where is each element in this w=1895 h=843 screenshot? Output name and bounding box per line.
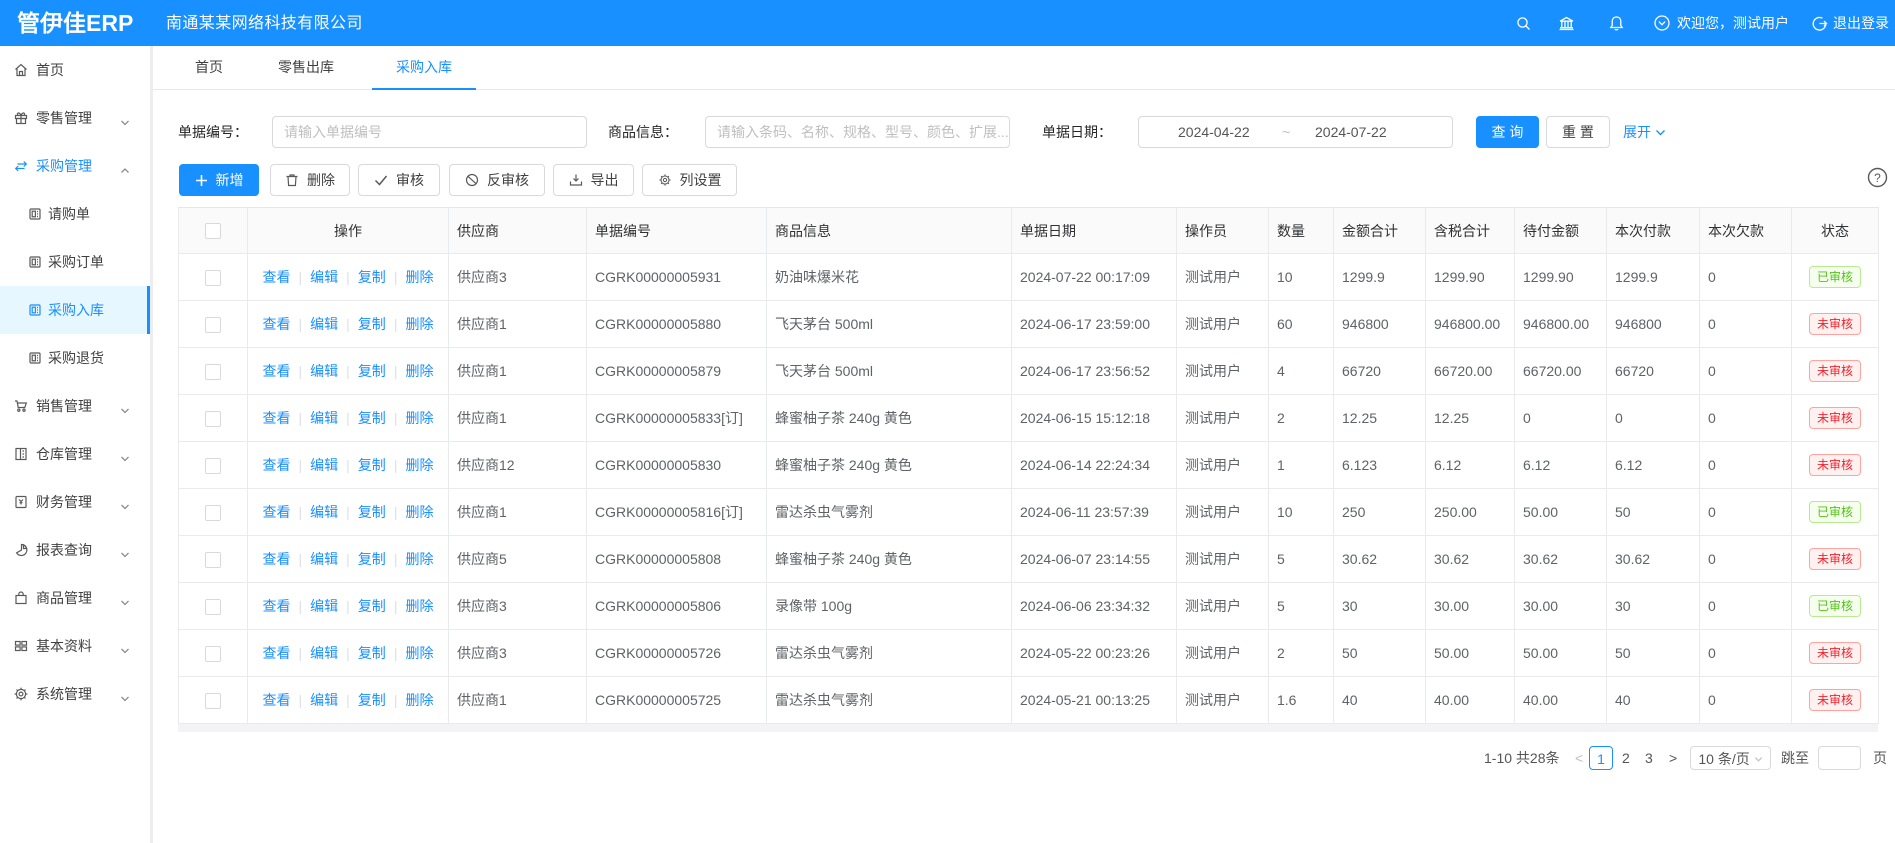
svg-text:?: ? — [1874, 171, 1881, 185]
